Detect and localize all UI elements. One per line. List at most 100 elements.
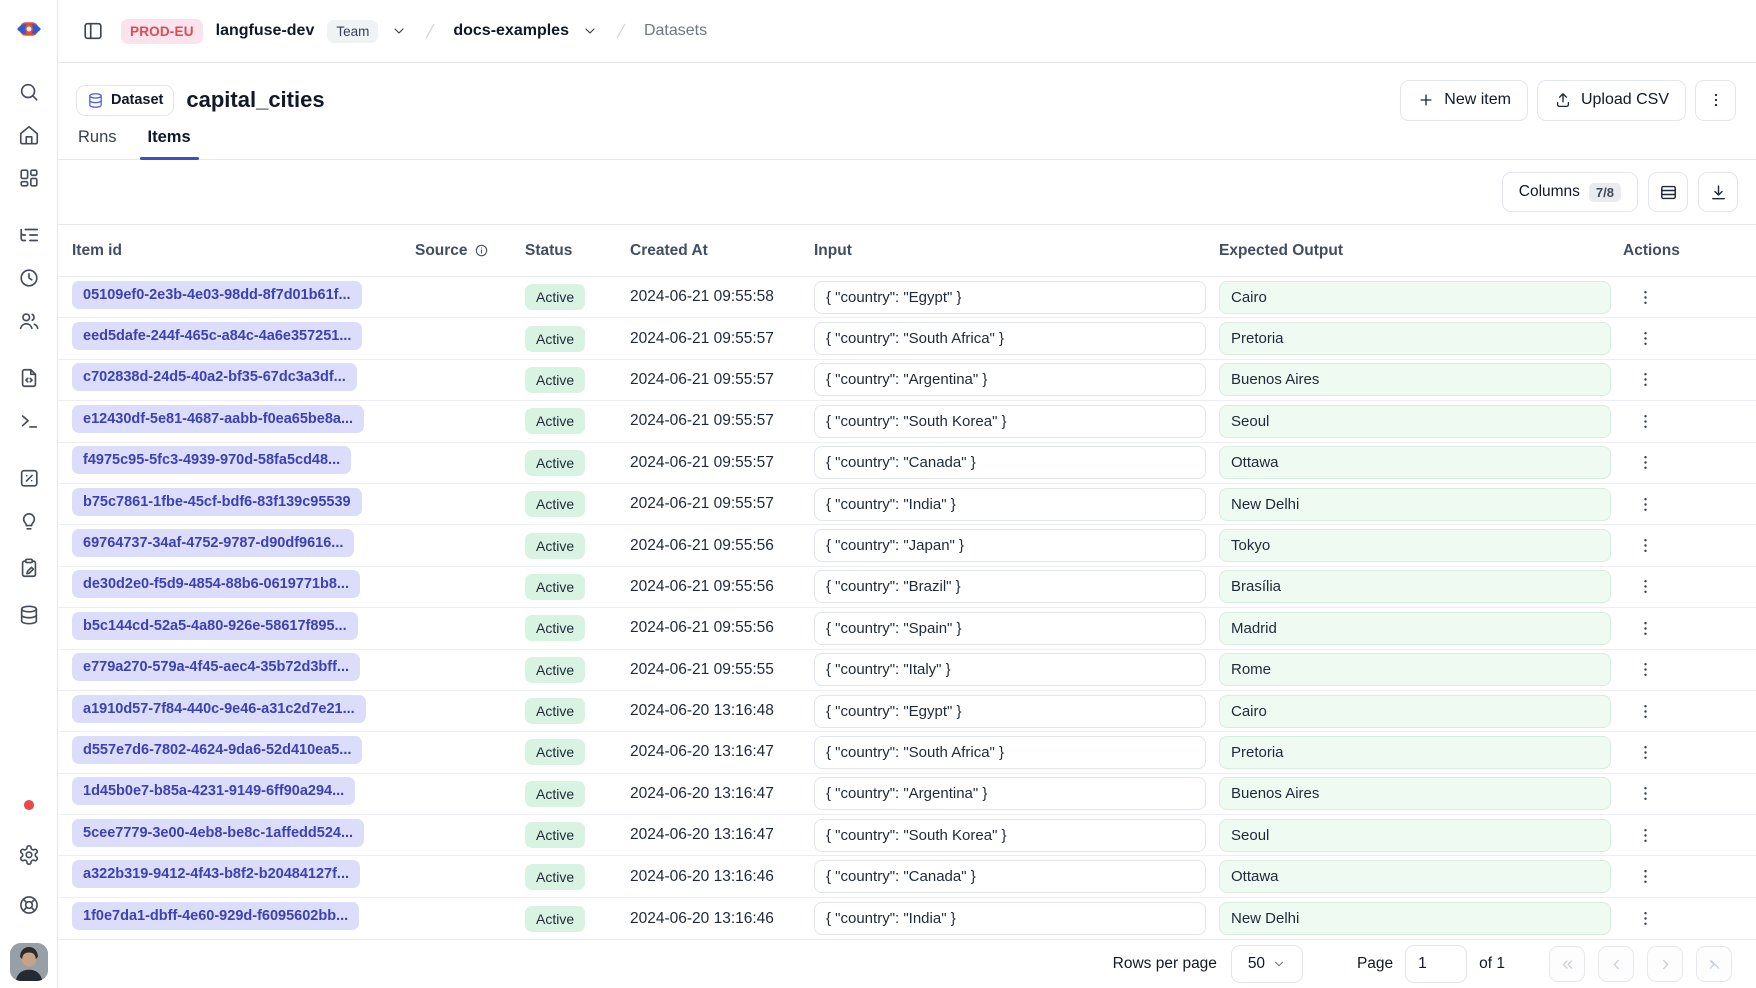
item-id-badge[interactable]: a1910d57-7f84-440c-9e46-a31c2d7e21... [72, 695, 366, 723]
item-id-badge[interactable]: f4975c95-5fc3-4939-970d-58fa5cd48... [72, 446, 351, 474]
project-switcher-chevron-down-icon[interactable] [582, 23, 598, 39]
row-actions-button[interactable] [1629, 364, 1661, 396]
input-cell[interactable]: { "country": "Japan" } [814, 529, 1206, 562]
sidebar-item-support[interactable] [11, 887, 47, 923]
sidebar-toggle-button[interactable] [78, 16, 108, 46]
page-number-input[interactable] [1405, 945, 1467, 983]
input-cell[interactable]: { "country": "Italy" } [814, 653, 1206, 686]
expected-output-cell[interactable]: Cairo [1219, 695, 1611, 728]
sidebar-item-prompts[interactable] [11, 360, 47, 396]
item-id-badge[interactable]: c702838d-24d5-40a2-bf35-67dc3a3df... [72, 363, 357, 391]
next-page-button[interactable] [1647, 946, 1683, 982]
upload-csv-button[interactable]: Upload CSV [1537, 80, 1686, 121]
item-id-badge[interactable]: e779a270-579a-4f45-aec4-35b72d3bff... [72, 653, 360, 681]
expected-output-cell[interactable]: Seoul [1219, 405, 1611, 438]
row-height-button[interactable] [1648, 172, 1688, 212]
expected-output-cell[interactable]: Ottawa [1219, 446, 1611, 479]
expected-output-cell[interactable]: Buenos Aires [1219, 363, 1611, 396]
input-cell[interactable]: { "country": "South Korea" } [814, 819, 1206, 852]
item-id-badge[interactable]: 1f0e7da1-dbff-4e60-929d-f6095602bb... [72, 902, 359, 930]
item-id-badge[interactable]: eed5dafe-244f-465c-a84c-4a6e357251... [72, 322, 362, 350]
expected-output-cell[interactable]: Pretoria [1219, 736, 1611, 769]
item-id-badge[interactable]: d557e7d6-7802-4624-9da6-52d410ea5... [72, 736, 362, 764]
tab-runs[interactable]: Runs [76, 128, 119, 159]
input-cell[interactable]: { "country": "Egypt" } [814, 695, 1206, 728]
expected-output-cell[interactable]: Brasília [1219, 570, 1611, 603]
sidebar-item-dashboard[interactable] [11, 160, 47, 196]
expected-output-cell[interactable]: New Delhi [1219, 488, 1611, 521]
sidebar-item-suggestions[interactable] [11, 503, 47, 539]
item-id-badge[interactable]: b5c144cd-52a5-4a80-926e-58617f895... [72, 612, 358, 640]
input-cell[interactable]: { "country": "Brazil" } [814, 570, 1206, 603]
row-actions-button[interactable] [1629, 488, 1661, 520]
row-actions-button[interactable] [1629, 281, 1661, 313]
input-cell[interactable]: { "country": "India" } [814, 488, 1206, 521]
columns-button[interactable]: Columns 7/8 [1502, 172, 1638, 212]
sidebar-item-traces[interactable] [11, 217, 47, 253]
row-actions-button[interactable] [1629, 736, 1661, 768]
sidebar-item-users[interactable] [11, 303, 47, 339]
first-page-button[interactable] [1549, 946, 1585, 982]
input-cell[interactable]: { "country": "Canada" } [814, 446, 1206, 479]
row-actions-button[interactable] [1629, 861, 1661, 893]
row-actions-button[interactable] [1629, 612, 1661, 644]
expected-output-cell[interactable]: Cairo [1219, 281, 1611, 314]
breadcrumb-project[interactable]: docs-examples [453, 22, 569, 40]
new-item-button[interactable]: New item [1400, 80, 1528, 121]
last-page-button[interactable] [1696, 946, 1732, 982]
more-actions-button[interactable] [1695, 80, 1736, 121]
input-cell[interactable]: { "country": "Argentina" } [814, 777, 1206, 810]
input-cell[interactable]: { "country": "Canada" } [814, 860, 1206, 893]
expected-output-cell[interactable]: New Delhi [1219, 902, 1611, 935]
breadcrumb-section-datasets[interactable]: Datasets [644, 22, 707, 40]
expected-output-cell[interactable]: Tokyo [1219, 529, 1611, 562]
input-cell[interactable]: { "country": "Argentina" } [814, 363, 1206, 396]
tab-items[interactable]: Items [146, 128, 193, 159]
input-cell[interactable]: { "country": "Spain" } [814, 612, 1206, 645]
input-cell[interactable]: { "country": "South Africa" } [814, 322, 1206, 355]
export-download-button[interactable] [1698, 172, 1738, 212]
sidebar-item-playground[interactable] [11, 403, 47, 439]
user-avatar[interactable] [10, 943, 48, 981]
sidebar-item-search[interactable] [11, 74, 47, 110]
expected-output-cell[interactable]: Buenos Aires [1219, 777, 1611, 810]
sidebar-item-sessions[interactable] [11, 260, 47, 296]
item-id-badge[interactable]: 5cee7779-3e00-4eb8-be8c-1affedd524... [72, 819, 364, 847]
expected-output-cell[interactable]: Ottawa [1219, 860, 1611, 893]
row-actions-button[interactable] [1629, 819, 1661, 851]
sidebar-item-evaluation[interactable] [11, 460, 47, 496]
expected-output-cell[interactable]: Pretoria [1219, 322, 1611, 355]
item-id-badge[interactable]: a322b319-9412-4f43-b8f2-b20484127f... [72, 860, 360, 888]
row-actions-button[interactable] [1629, 778, 1661, 810]
breadcrumb-org[interactable]: langfuse-dev [216, 22, 315, 40]
row-actions-button[interactable] [1629, 571, 1661, 603]
row-actions-button[interactable] [1629, 695, 1661, 727]
row-actions-button[interactable] [1629, 447, 1661, 479]
expected-output-cell[interactable]: Seoul [1219, 819, 1611, 852]
input-cell[interactable]: { "country": "South Korea" } [814, 405, 1206, 438]
input-cell[interactable]: { "country": "South Africa" } [814, 736, 1206, 769]
rows-per-page-select[interactable]: 50 [1231, 945, 1303, 983]
item-id-badge[interactable]: de30d2e0-f5d9-4854-88b6-0619771b8... [72, 570, 360, 598]
sidebar-item-home[interactable] [11, 117, 47, 153]
input-cell[interactable]: { "country": "Egypt" } [814, 281, 1206, 314]
row-actions-button[interactable] [1629, 405, 1661, 437]
sidebar-item-annotation[interactable] [11, 550, 47, 586]
row-actions-button[interactable] [1629, 323, 1661, 355]
previous-page-button[interactable] [1598, 946, 1634, 982]
row-actions-button[interactable] [1629, 530, 1661, 562]
expected-output-cell[interactable]: Rome [1219, 653, 1611, 686]
sidebar-item-recording-dot[interactable] [11, 787, 47, 823]
item-id-badge[interactable]: 05109ef0-2e3b-4e03-98dd-8f7d01b61f... [72, 281, 362, 309]
expected-output-cell[interactable]: Madrid [1219, 612, 1611, 645]
item-id-badge[interactable]: 69764737-34af-4752-9787-d90df9616... [72, 529, 354, 557]
item-id-badge[interactable]: e12430df-5e81-4687-aabb-f0ea65be8a... [72, 405, 364, 433]
input-cell[interactable]: { "country": "India" } [814, 902, 1206, 935]
item-id-badge[interactable]: b75c7861-1fbe-45cf-bdf6-83f139c95539 [72, 488, 362, 516]
sidebar-item-settings[interactable] [11, 837, 47, 873]
item-id-badge[interactable]: 1d45b0e7-b85a-4231-9149-6ff90a294... [72, 777, 355, 805]
row-actions-button[interactable] [1629, 654, 1661, 686]
org-switcher-chevron-down-icon[interactable] [391, 23, 407, 39]
row-actions-button[interactable] [1629, 903, 1661, 935]
sidebar-item-datasets[interactable] [11, 597, 47, 633]
